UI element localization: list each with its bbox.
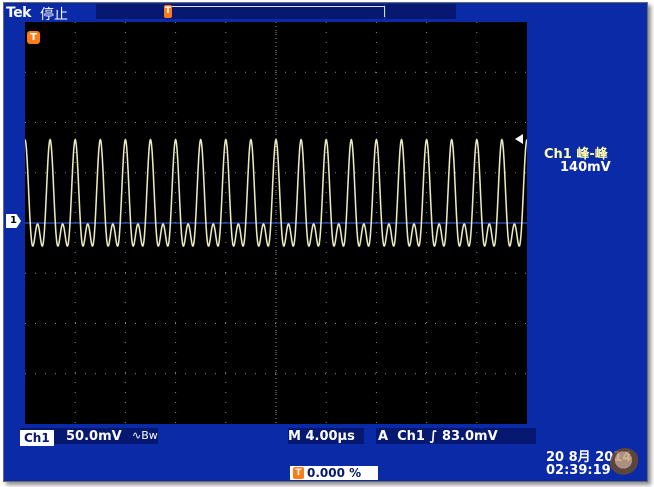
record-trigger-icon: T bbox=[164, 5, 172, 18]
trigger-position-value: 0.000 % bbox=[307, 466, 362, 480]
acquisition-state: 停止 bbox=[40, 7, 68, 23]
bandwidth-limit-icon: ∿Bw bbox=[132, 429, 158, 442]
channel-scale: 50.0mV bbox=[66, 429, 122, 444]
top-right-panel bbox=[384, 4, 456, 19]
channel-tag: Ch1 bbox=[20, 430, 54, 446]
oscilloscope-screen: Tek 停止 T T 1 Ch1 峰-峰 140mV Ch1 50.0mV ∿B… bbox=[3, 2, 648, 482]
watermark-avatar-icon bbox=[610, 448, 640, 478]
timebase-readout: M 4.00µs bbox=[288, 429, 355, 444]
waveform-display bbox=[25, 22, 527, 424]
top-status-bar: Tek 停止 T bbox=[4, 3, 647, 23]
trigger-slope-icon: ∫ bbox=[429, 429, 438, 444]
brand-logo: Tek bbox=[6, 5, 32, 21]
graticule bbox=[25, 22, 527, 424]
record-length-bar bbox=[164, 6, 385, 17]
trigger-mode: A bbox=[378, 429, 389, 444]
trigger-level-arrow-icon bbox=[515, 134, 523, 144]
trigger-source: Ch1 bbox=[397, 429, 425, 444]
trigger-position-icon: T bbox=[27, 31, 40, 44]
trigger-level: 83.0mV bbox=[441, 429, 498, 444]
time-readout: 02:39:19 bbox=[546, 463, 611, 478]
photo-frame: Tek 停止 T T 1 Ch1 峰-峰 140mV Ch1 50.0mV ∿B… bbox=[0, 0, 654, 487]
measurement-value: 140mV bbox=[560, 160, 611, 175]
channel-ground-icon: 1 bbox=[6, 214, 21, 228]
trigger-readout: A Ch1 ∫ 83.0mV bbox=[378, 429, 498, 444]
trigger-position-small-icon: T bbox=[293, 467, 304, 479]
